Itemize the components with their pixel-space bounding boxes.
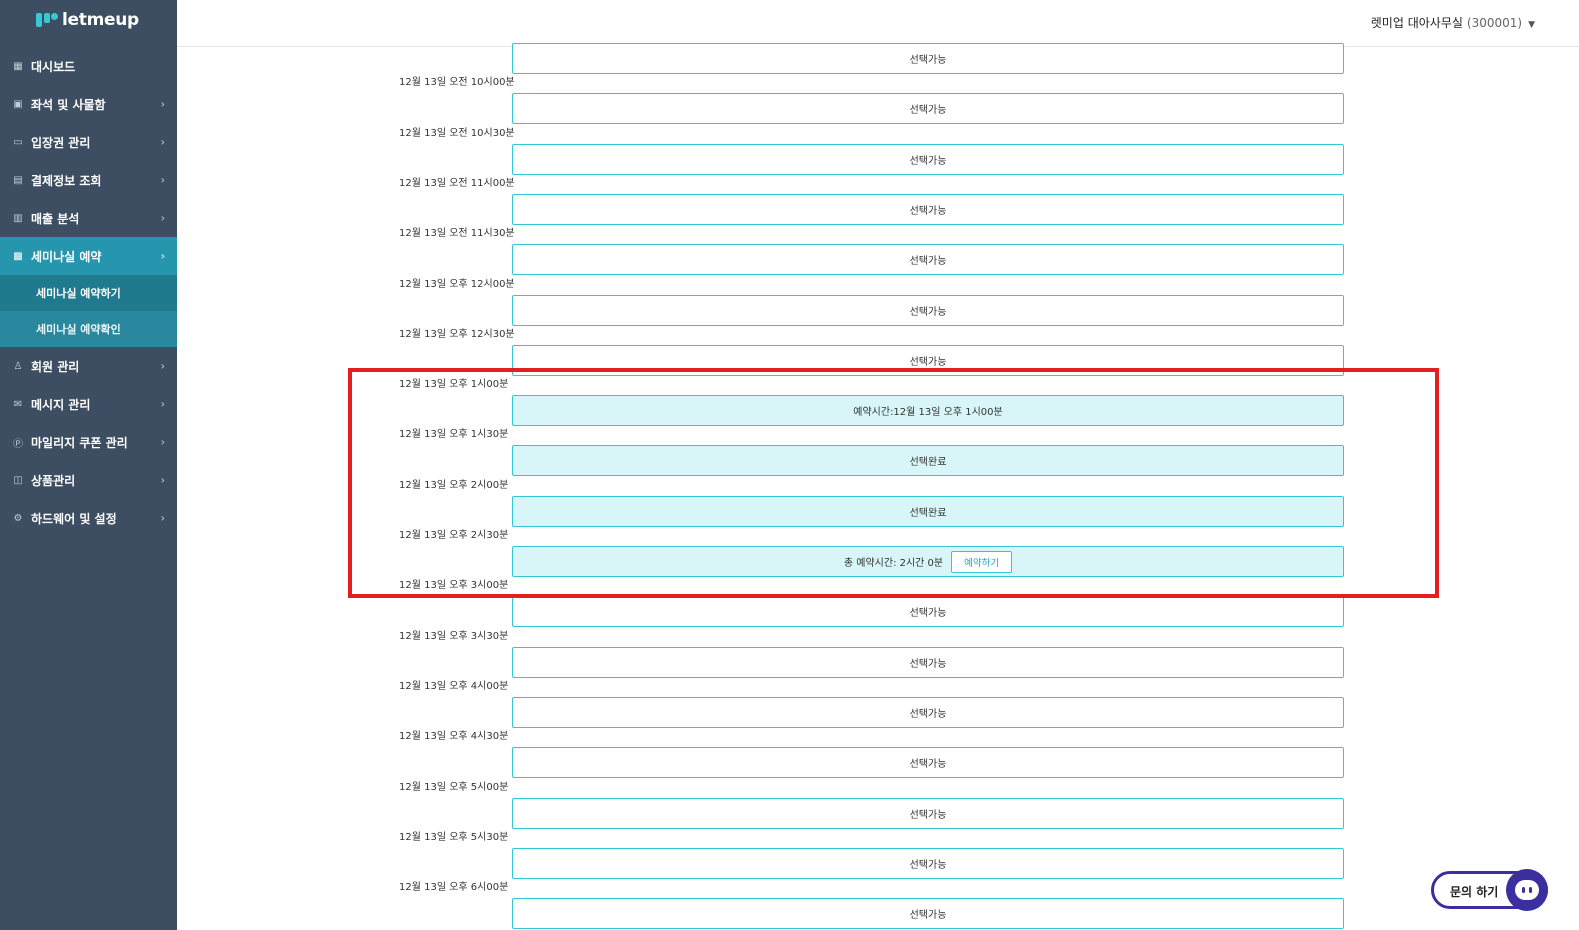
slot-status: 선택완료	[909, 507, 947, 519]
slot-time-label: 12월 13일 오후 4시00분	[399, 680, 509, 692]
slot-status: 선택가능	[909, 910, 947, 922]
time-slot[interactable]: 선택가능	[512, 596, 1344, 628]
slot-status: 선택가능	[909, 306, 947, 318]
time-slot[interactable]: 선택가능	[512, 898, 1344, 930]
slot-time-label: 12월 13일 오후 4시30분	[399, 731, 509, 743]
slot-status: 선택가능	[909, 759, 947, 771]
time-slot[interactable]: 선택가능	[512, 244, 1344, 276]
slot-time-label: 12월 13일 오후 2시30분	[399, 530, 509, 541]
slot-status: 선택가능	[909, 809, 947, 821]
slot-status: 선택완료	[909, 457, 947, 469]
time-slot[interactable]: 선택가능	[512, 797, 1344, 829]
time-slot[interactable]: 선택가능	[512, 747, 1344, 779]
slot-time-label: 12월 13일 오후 6시00분	[399, 882, 509, 894]
slot-status: 총 예약시간: 2시간 0분	[843, 558, 944, 569]
time-slot[interactable]: 선택가능	[512, 143, 1344, 175]
time-slot[interactable]: 선택가능	[512, 847, 1344, 879]
slot-status: 선택가능	[909, 105, 947, 117]
slot-time-label: 12월 13일 오후 3시00분	[399, 580, 509, 592]
time-slot[interactable]: 예약시간:12월 13일 오후 1시00분	[512, 395, 1344, 427]
slot-time-label: 12월 13일 오후 3시30분	[399, 630, 509, 642]
time-slot[interactable]: 선택완료	[512, 445, 1344, 477]
time-slot[interactable]: 선택가능	[512, 344, 1344, 376]
slot-status: 선택가능	[909, 256, 947, 268]
time-slot[interactable]: 선택가능	[512, 294, 1344, 326]
slot-status: 선택가능	[909, 356, 947, 368]
time-slot[interactable]: 선택완료	[512, 495, 1344, 527]
time-slot[interactable]: 선택가능	[512, 193, 1344, 225]
slot-time-label: 12월 13일 오후 12시30분	[399, 328, 515, 340]
time-slot-list: 선택가능 12월 13일 오전 10시00분 선택가능 12월 13일 오전 10시3…	[0, 0, 1579, 930]
slot-status: 선택가능	[909, 55, 947, 66]
slot-status: 선택가능	[909, 658, 947, 670]
slot-time-label: 12월 13일 오후 5시30분	[399, 831, 509, 843]
time-slot[interactable]: 선택가능	[512, 43, 1344, 74]
chat-label: 문의 하기	[1450, 885, 1499, 899]
slot-status: 선택가능	[909, 859, 947, 871]
slot-status: 예약시간:12월 13일 오후 1시00분	[853, 407, 1003, 419]
slot-time-label: 12월 13일 오전 11시30분	[399, 228, 515, 240]
time-slot[interactable]: 총 예약시간: 2시간 0분 예약하기	[512, 546, 1344, 577]
slot-time-label: 12월 13일 오후 12시00분	[399, 278, 515, 290]
slot-time-label: 12월 13일 오후 1시00분	[399, 379, 509, 391]
slot-time-label: 12월 13일 오전 11시00분	[399, 177, 515, 189]
slot-status: 선택가능	[909, 708, 947, 720]
slot-status: 선택가능	[909, 205, 947, 217]
reserve-button[interactable]: 예약하기	[951, 550, 1013, 573]
time-slot[interactable]: 선택가능	[512, 646, 1344, 678]
slot-time-label: 12월 13일 오전 10시00분	[399, 77, 515, 89]
slot-status: 선택가능	[909, 608, 947, 620]
time-slot[interactable]: 선택가능	[512, 696, 1344, 728]
slot-time-label: 12월 13일 오후 2시00분	[399, 479, 509, 491]
slot-time-label: 12월 13일 오후 5시00분	[399, 781, 509, 793]
slot-time-label: 12월 13일 오후 1시30분	[399, 429, 509, 441]
time-slot[interactable]: 선택가능	[512, 93, 1344, 125]
slot-status: 선택가능	[909, 155, 947, 167]
chat-icon	[1506, 869, 1548, 911]
chat-button[interactable]: 문의 하기	[1431, 869, 1548, 911]
slot-time-label: 12월 13일 오전 10시30분	[399, 127, 515, 139]
